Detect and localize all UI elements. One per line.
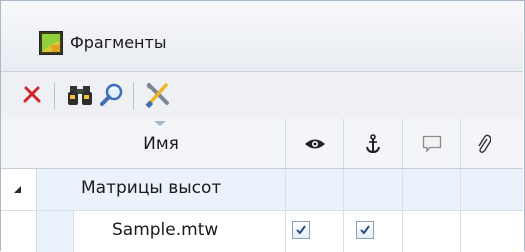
- column-header-name[interactable]: Имя: [37, 119, 286, 168]
- item-comment-cell[interactable]: [403, 211, 461, 252]
- indent-cell: [1, 211, 37, 252]
- item-name-cell: Sample.mtw: [74, 211, 286, 252]
- column-header-visibility[interactable]: [286, 119, 344, 168]
- expanded-triangle-icon: [14, 186, 21, 193]
- binoculars-icon: [68, 86, 92, 105]
- toolbar-separator: [133, 82, 134, 110]
- visibility-checkbox[interactable]: [292, 221, 310, 239]
- item-visibility-cell: [286, 211, 344, 252]
- zoom-search-icon: [100, 83, 123, 106]
- find-button[interactable]: [65, 80, 95, 110]
- anchor-icon: [366, 133, 380, 153]
- column-header-name-label: Имя: [143, 133, 179, 154]
- table-row[interactable]: Sample.mtw: [1, 211, 523, 252]
- anchor-checkbox[interactable]: [356, 221, 374, 239]
- comment-icon: [422, 135, 441, 153]
- group-attachment-cell: [461, 169, 523, 210]
- settings-button[interactable]: [143, 80, 173, 110]
- panel-title: Фрагменты: [70, 33, 167, 52]
- item-attachment-cell[interactable]: [461, 211, 523, 252]
- group-row[interactable]: Матрицы высот: [1, 169, 523, 211]
- item-anchor-cell: [344, 211, 403, 252]
- panel-titlebar: Фрагменты: [1, 1, 523, 71]
- toolbar: [1, 71, 523, 120]
- tools-icon: [145, 83, 169, 108]
- group-anchor-cell: [344, 169, 403, 210]
- checkmark-icon: [296, 225, 306, 235]
- column-header-comment[interactable]: [403, 119, 461, 168]
- group-visibility-cell: [286, 169, 344, 210]
- fragments-app-icon: [39, 31, 63, 55]
- delete-button[interactable]: [17, 80, 47, 110]
- indent-cell: [37, 211, 74, 252]
- header-spacer: [1, 119, 37, 168]
- toolbar-separator: [54, 82, 55, 110]
- group-label: Матрицы высот: [81, 178, 222, 198]
- delete-icon: [23, 86, 41, 103]
- sort-indicator-icon: [154, 121, 166, 126]
- column-header-attachment[interactable]: [461, 119, 523, 168]
- group-comment-cell: [403, 169, 461, 210]
- fragments-panel: Фрагменты Имя Матрицы высот Sample.mtw: [0, 0, 525, 252]
- grid-header: Имя: [1, 119, 523, 169]
- paperclip-icon: [478, 134, 491, 153]
- zoom-to-fragment-button[interactable]: [97, 80, 127, 110]
- group-expander-cell[interactable]: [1, 169, 37, 210]
- item-name: Sample.mtw: [112, 220, 219, 240]
- group-name-cell: Матрицы высот: [37, 169, 286, 210]
- eye-icon: [304, 139, 325, 148]
- checkmark-icon: [360, 225, 370, 235]
- fragments-grid: Имя Матрицы высот Sample.mtw: [1, 119, 523, 252]
- column-header-anchor[interactable]: [344, 119, 403, 168]
